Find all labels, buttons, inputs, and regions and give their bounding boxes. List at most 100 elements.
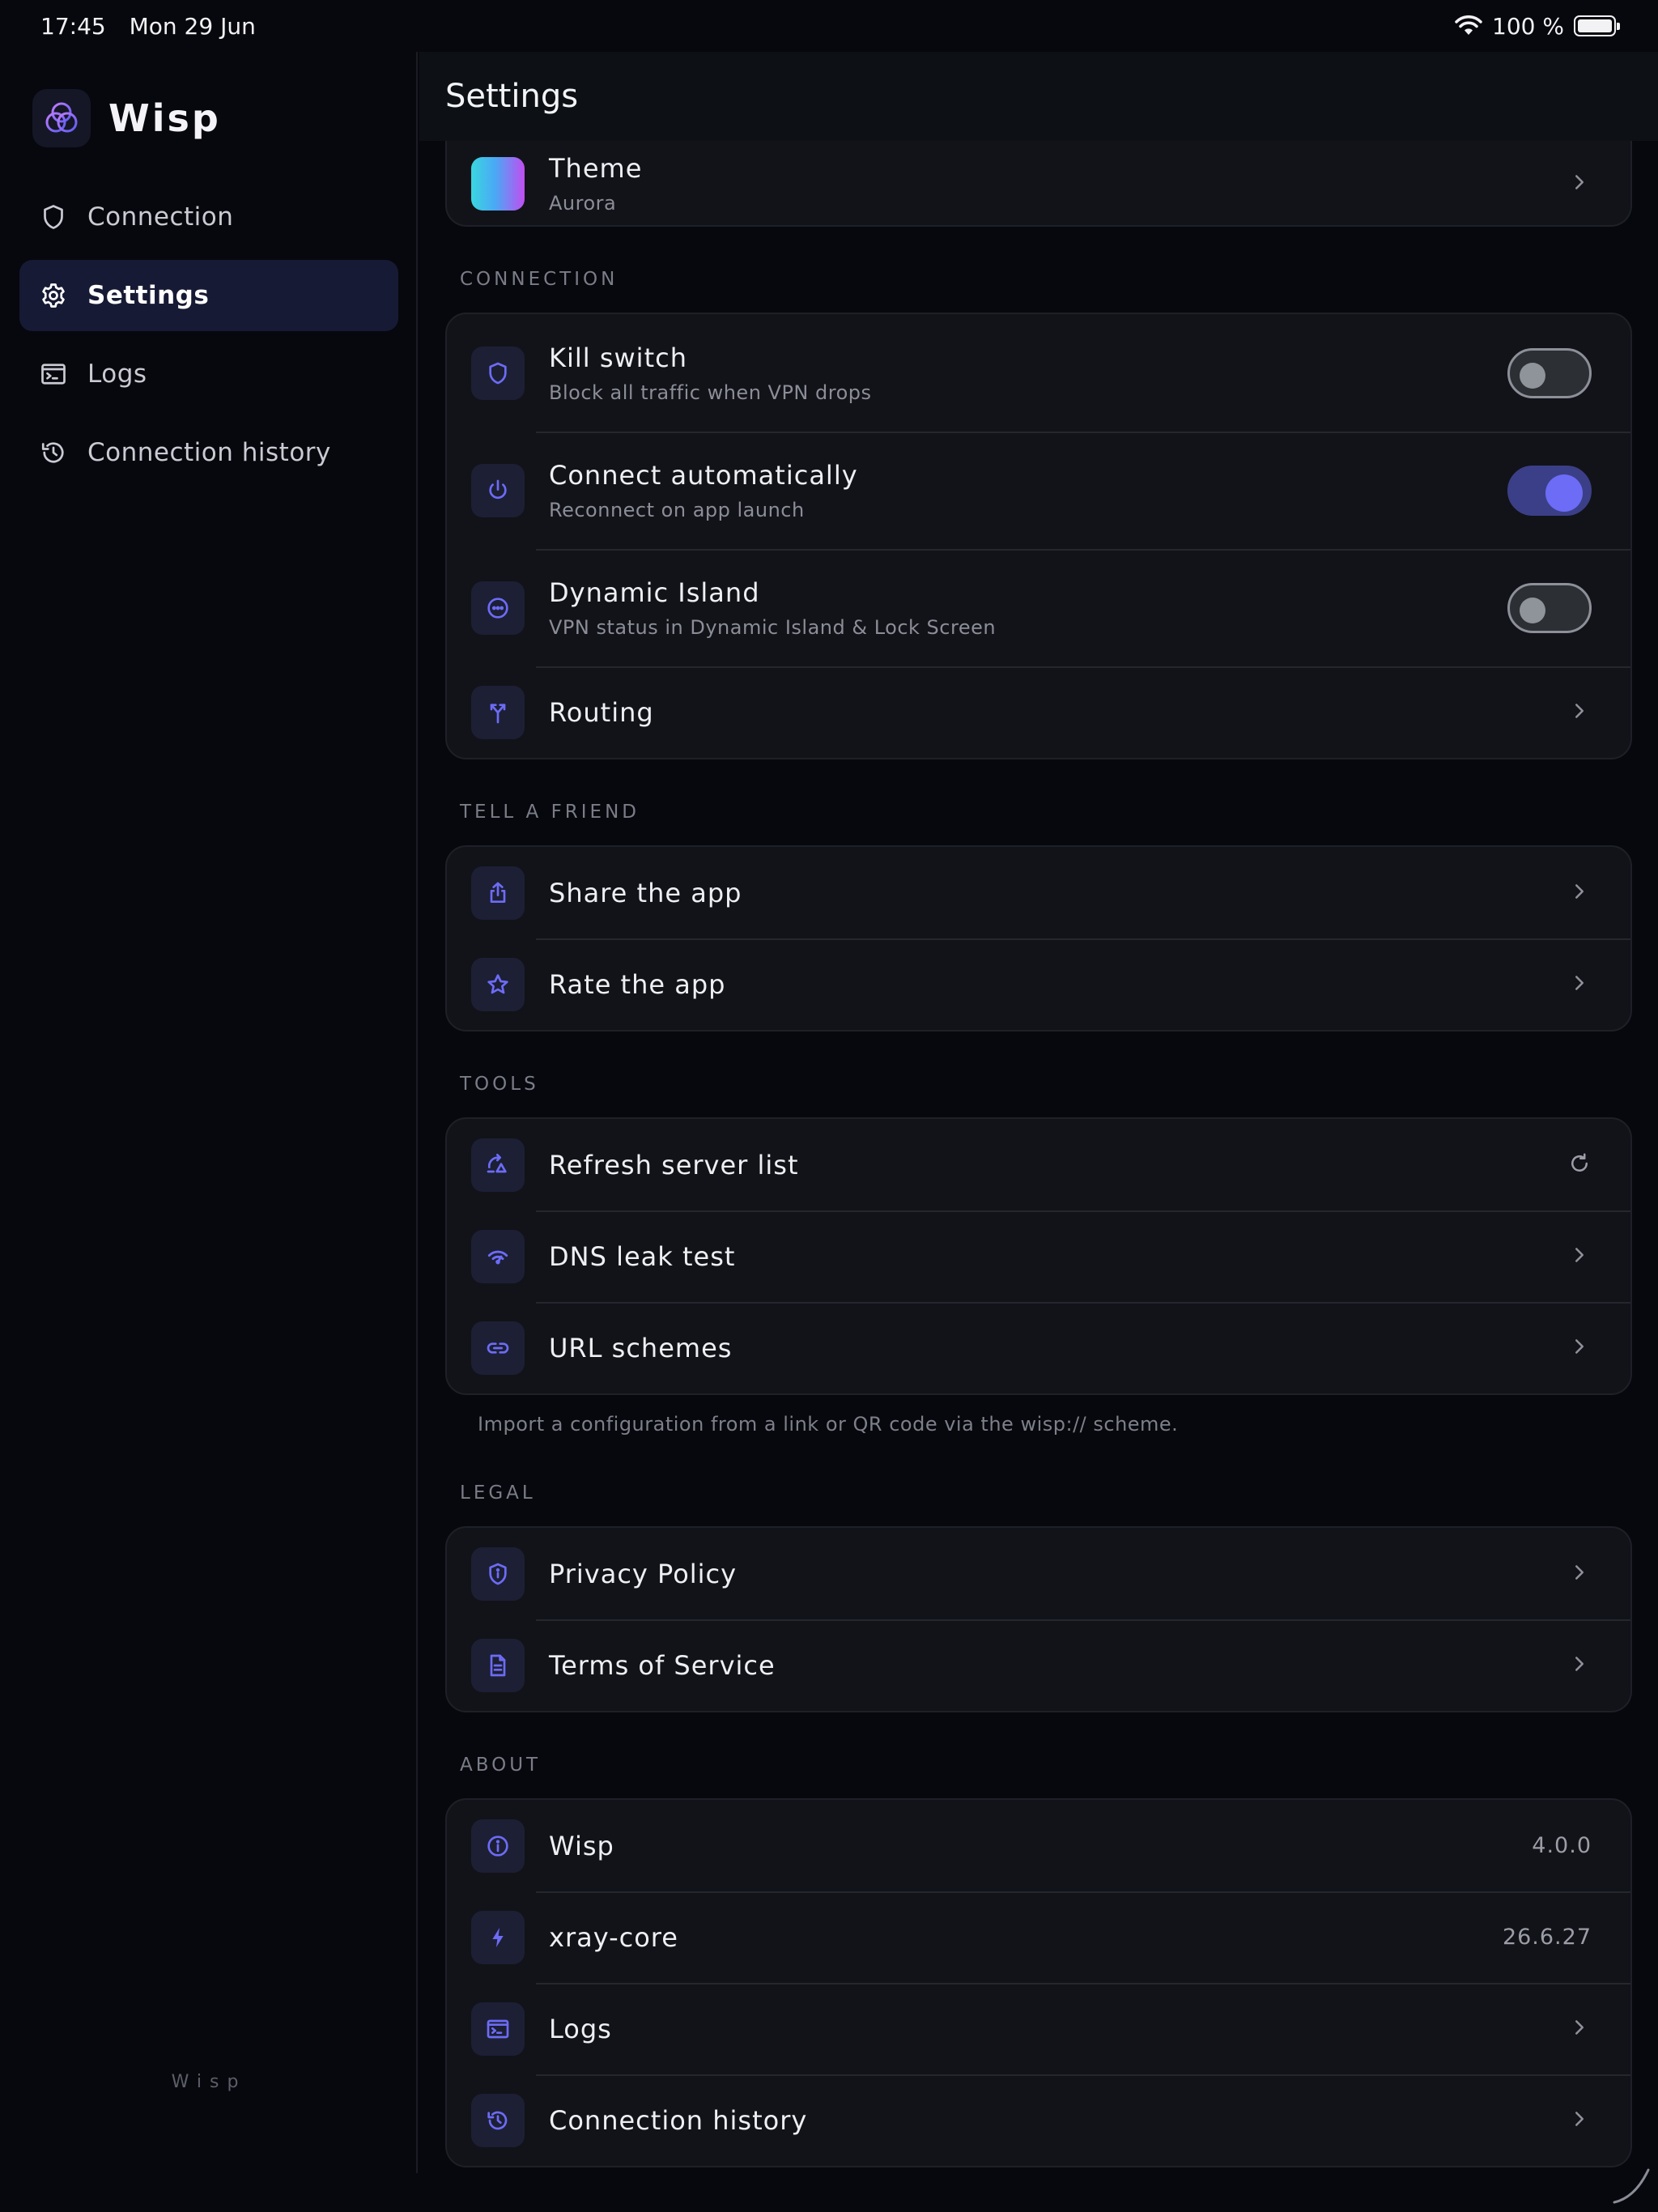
legal-group: Privacy Policy Terms of Service (445, 1526, 1632, 1712)
theme-title: Theme (549, 153, 643, 184)
routing-row[interactable]: Routing (447, 666, 1630, 758)
chevron-right-icon (1567, 971, 1592, 998)
auto-connect-title: Connect automatically (549, 459, 858, 491)
chevron-right-icon (1567, 1652, 1592, 1679)
auto-connect-toggle[interactable] (1507, 465, 1592, 516)
link-icon (471, 1321, 525, 1375)
connection-group: Kill switch Block all traffic when VPN d… (445, 313, 1632, 759)
sidebar-item-label: Connection history (87, 438, 331, 467)
app-logo-icon (32, 89, 91, 147)
rate-app-title: Rate the app (549, 968, 726, 1000)
kill-switch-subtitle: Block all traffic when VPN drops (549, 381, 872, 404)
status-time: 17:45 (40, 12, 106, 40)
xray-core-row: xray-core 26.6.27 (447, 1891, 1630, 1983)
theme-value: Aurora (549, 192, 617, 215)
rate-app-row[interactable]: Rate the app (447, 938, 1630, 1030)
app-version-row: Wisp 4.0.0 (447, 1800, 1630, 1891)
refresh-icon[interactable] (1567, 1151, 1592, 1179)
kill-switch-row: Kill switch Block all traffic when VPN d… (447, 314, 1630, 432)
status-date: Mon 29 Jun (129, 12, 256, 40)
refresh-server-list-row[interactable]: Refresh server list (447, 1119, 1630, 1210)
about-logs-title: Logs (549, 2013, 612, 2044)
document-icon (471, 1638, 525, 1692)
about-connection-history-title: Connection history (549, 2104, 808, 2136)
sidebar-item-logs[interactable]: Logs (19, 338, 398, 410)
history-icon (471, 2093, 525, 2147)
tools-group: Refresh server list DNS leak test URL sc… (445, 1117, 1632, 1395)
star-icon (471, 957, 525, 1011)
share-icon (471, 866, 525, 920)
dynamic-island-toggle[interactable] (1507, 582, 1592, 633)
chevron-right-icon (1567, 170, 1592, 198)
power-icon (471, 463, 525, 517)
tools-footnote: Import a configuration from a link or QR… (478, 1413, 1179, 1436)
page-title: Settings (445, 78, 579, 115)
history-icon (41, 442, 64, 463)
about-connection-history-row[interactable]: Connection history (447, 2074, 1630, 2166)
app-version-value: 4.0.0 (1532, 1833, 1592, 1858)
server-refresh-icon (471, 1138, 525, 1192)
theme-row[interactable]: Theme Aurora (447, 141, 1630, 225)
brand: Wisp (32, 89, 221, 147)
refresh-server-list-title: Refresh server list (549, 1149, 799, 1180)
battery-percent: 100 % (1492, 12, 1564, 40)
tell-a-friend-group: Share the app Rate the app (445, 845, 1632, 1032)
dns-leak-test-title: DNS leak test (549, 1240, 736, 1272)
terminal-icon (471, 2001, 525, 2056)
privacy-policy-row[interactable]: Privacy Policy (447, 1528, 1630, 1619)
split-route-icon (471, 685, 525, 739)
sidebar-item-connection[interactable]: Connection (19, 181, 398, 253)
chevron-right-icon (1567, 2015, 1592, 2043)
chevron-right-icon (1567, 2107, 1592, 2134)
settings-content[interactable]: Theme Aurora CONNECTION Kill switch Bloc… (445, 141, 1632, 2167)
about-logs-row[interactable]: Logs (447, 1983, 1630, 2074)
gear-icon (42, 283, 65, 308)
section-label-about: ABOUT (460, 1755, 542, 1776)
top-bar: Settings (419, 52, 1658, 141)
wifi-signal-icon (471, 1229, 525, 1283)
status-bar: 17:45 Mon 29 Jun 100 % (0, 0, 1658, 52)
section-label-tell-a-friend: TELL A FRIEND (460, 802, 640, 823)
xray-core-version-value: 26.6.27 (1502, 1925, 1592, 1950)
wifi-icon (1455, 15, 1482, 35)
kill-switch-toggle[interactable] (1507, 347, 1592, 398)
privacy-policy-title: Privacy Policy (549, 1558, 738, 1589)
resize-handle-icon (1613, 2168, 1650, 2204)
settings-main: Settings Theme Aurora CONNECTION Kill sw… (419, 52, 1658, 2173)
routing-title: Routing (549, 696, 654, 728)
info-icon (471, 1819, 525, 1873)
section-label-tools: TOOLS (460, 1074, 539, 1095)
xray-core-title: xray-core (549, 1921, 678, 1953)
shield-info-icon (471, 1546, 525, 1601)
shield-icon (471, 346, 525, 400)
bolt-icon (471, 1910, 525, 1964)
sidebar-item-label: Connection (87, 202, 234, 232)
sidebar-footer: Wisp (171, 2072, 247, 2092)
sidebar-item-settings[interactable]: Settings (19, 260, 398, 331)
brand-name: Wisp (108, 96, 221, 140)
dynamic-island-row: Dynamic Island VPN status in Dynamic Isl… (447, 549, 1630, 666)
terminal-icon (41, 364, 66, 385)
dns-leak-test-row[interactable]: DNS leak test (447, 1210, 1630, 1302)
terms-of-service-title: Terms of Service (549, 1649, 776, 1681)
chevron-right-icon (1567, 1243, 1592, 1270)
chevron-right-icon (1567, 879, 1592, 907)
share-app-row[interactable]: Share the app (447, 847, 1630, 938)
section-label-connection: CONNECTION (460, 269, 619, 290)
app-name-title: Wisp (549, 1830, 614, 1861)
sidebar-nav: Connection Settings Logs Connection hist… (19, 181, 398, 496)
chevron-right-icon (1567, 699, 1592, 726)
chevron-right-icon (1567, 1560, 1592, 1588)
terms-of-service-row[interactable]: Terms of Service (447, 1619, 1630, 1711)
url-schemes-title: URL schemes (549, 1332, 733, 1363)
ellipsis-circle-icon (471, 581, 525, 635)
section-label-legal: LEGAL (460, 1482, 536, 1504)
shield-icon (44, 205, 63, 229)
auto-connect-subtitle: Reconnect on app launch (549, 498, 805, 521)
theme-swatch (471, 157, 525, 211)
url-schemes-row[interactable]: URL schemes (447, 1302, 1630, 1393)
dynamic-island-title: Dynamic Island (549, 576, 760, 608)
chevron-right-icon (1567, 1334, 1592, 1362)
sidebar: Wisp Connection Settings Logs Connection… (0, 52, 418, 2173)
sidebar-item-connection-history[interactable]: Connection history (19, 417, 398, 488)
